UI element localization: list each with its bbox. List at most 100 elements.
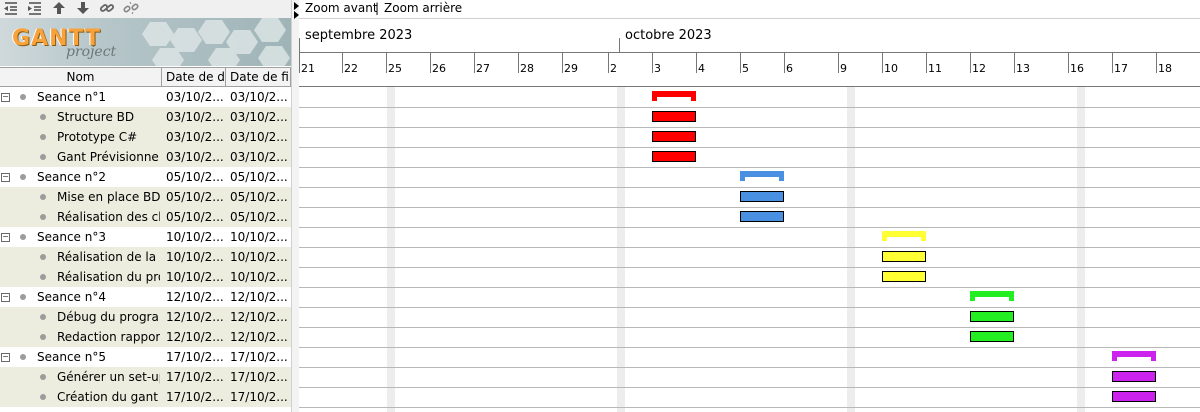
task-start-date[interactable]: 12/10/2... [166, 327, 224, 347]
task-start-date[interactable]: 05/10/2... [166, 167, 224, 187]
task-name-cell[interactable]: Réalisation de la c... [0, 247, 160, 267]
move-up-icon[interactable] [50, 0, 68, 18]
task-end-date[interactable]: 03/10/2... [230, 107, 290, 127]
task-name-cell[interactable]: Redaction rapport... [0, 327, 160, 347]
task-start-date[interactable]: 05/10/2... [166, 187, 224, 207]
task-row[interactable]: Prototype C# 03/10/2... 03/10/2... [0, 127, 291, 147]
task-end-date[interactable]: 12/10/2... [230, 287, 290, 307]
task-bar[interactable] [882, 271, 926, 282]
task-bar[interactable] [652, 131, 696, 142]
task-row[interactable]: Structure BD 03/10/2... 03/10/2... [0, 107, 291, 127]
task-start-date[interactable]: 12/10/2... [166, 287, 224, 307]
task-bar[interactable] [970, 331, 1014, 342]
summary-task-bar[interactable] [882, 231, 926, 241]
task-start-date[interactable]: 10/10/2... [166, 247, 224, 267]
task-name-cell[interactable]: Générer un set-up [0, 367, 160, 387]
task-bar[interactable] [1112, 371, 1156, 382]
task-name-cell[interactable]: Gant Prévisionnel [0, 147, 160, 167]
task-end-date[interactable]: 12/10/2... [230, 307, 290, 327]
task-bar[interactable] [970, 311, 1014, 322]
task-row[interactable]: − Seance n°1 03/10/2... 03/10/2... [0, 87, 291, 107]
task-end-date[interactable]: 05/10/2... [230, 167, 290, 187]
task-end-date[interactable]: 10/10/2... [230, 247, 290, 267]
task-name-cell[interactable]: Réalisation des cla... [0, 207, 160, 227]
collapse-toggle-icon[interactable]: − [1, 173, 10, 182]
task-name-cell[interactable]: − Seance n°4 [0, 287, 160, 307]
summary-task-bar[interactable] [740, 171, 784, 181]
task-row[interactable]: Mise en place BD 05/10/2... 05/10/2... [0, 187, 291, 207]
task-bar[interactable] [652, 111, 696, 122]
task-end-date[interactable]: 17/10/2... [230, 347, 290, 367]
row-divider [299, 167, 1200, 168]
task-row[interactable]: Redaction rapport... 12/10/2... 12/10/2... [0, 327, 291, 347]
link-icon[interactable] [98, 0, 116, 18]
indent-icon[interactable] [26, 0, 44, 18]
task-end-date[interactable]: 03/10/2... [230, 127, 290, 147]
task-row[interactable]: Réalisation du pro... 10/10/2... 10/10/2..… [0, 267, 291, 287]
pane-splitter[interactable] [291, 0, 299, 412]
task-end-date[interactable]: 03/10/2... [230, 147, 290, 167]
task-start-date[interactable]: 12/10/2... [166, 307, 224, 327]
task-name-cell[interactable]: Débug du progra... [0, 307, 160, 327]
task-start-date[interactable]: 03/10/2... [166, 107, 224, 127]
task-row[interactable]: Création du gant ... 17/10/2... 17/10/2... [0, 387, 291, 407]
task-bar[interactable] [652, 151, 696, 162]
task-end-date[interactable]: 10/10/2... [230, 267, 290, 287]
column-header-name[interactable]: Nom [0, 68, 162, 87]
unlink-icon[interactable] [122, 0, 140, 18]
task-bar[interactable] [882, 251, 926, 262]
zoom-in-link[interactable]: Zoom avant [305, 0, 378, 16]
task-name-cell[interactable]: − Seance n°2 [0, 167, 160, 187]
outdent-icon[interactable] [2, 0, 20, 18]
task-bar[interactable] [1112, 391, 1156, 402]
task-name-cell[interactable]: Réalisation du pro... [0, 267, 160, 287]
task-end-date[interactable]: 03/10/2... [230, 87, 290, 107]
move-down-icon[interactable] [74, 0, 92, 18]
task-end-date[interactable]: 12/10/2... [230, 327, 290, 347]
task-bar[interactable] [740, 211, 784, 222]
task-bar[interactable] [740, 191, 784, 202]
task-bullet-icon [40, 154, 46, 160]
task-start-date[interactable]: 03/10/2... [166, 147, 224, 167]
collapse-toggle-icon[interactable]: − [1, 233, 10, 242]
collapse-toggle-icon[interactable]: − [1, 93, 10, 102]
summary-task-bar[interactable] [970, 291, 1014, 301]
task-start-date[interactable]: 05/10/2... [166, 207, 224, 227]
collapse-toggle-icon[interactable]: − [1, 353, 10, 362]
task-start-date[interactable]: 03/10/2... [166, 87, 224, 107]
task-name-cell[interactable]: − Seance n°3 [0, 227, 160, 247]
column-header-start-date[interactable]: Date de d... [162, 68, 226, 87]
summary-task-bar[interactable] [1112, 351, 1156, 361]
task-start-date[interactable]: 17/10/2... [166, 367, 224, 387]
collapse-toggle-icon[interactable]: − [1, 293, 10, 302]
task-row[interactable]: Réalisation de la c... 10/10/2... 10/10/2.… [0, 247, 291, 267]
task-name: Seance n°2 [37, 170, 106, 184]
task-end-date[interactable]: 10/10/2... [230, 227, 290, 247]
task-row[interactable]: Débug du progra... 12/10/2... 12/10/2... [0, 307, 291, 327]
task-row[interactable]: − Seance n°2 05/10/2... 05/10/2... [0, 167, 291, 187]
task-end-date[interactable]: 05/10/2... [230, 187, 290, 207]
summary-task-bar[interactable] [652, 91, 696, 101]
task-row[interactable]: Gant Prévisionnel 03/10/2... 03/10/2... [0, 147, 291, 167]
task-name-cell[interactable]: − Seance n°5 [0, 347, 160, 367]
task-row[interactable]: Générer un set-up 17/10/2... 17/10/2... [0, 367, 291, 387]
task-start-date[interactable]: 17/10/2... [166, 387, 224, 407]
task-start-date[interactable]: 10/10/2... [166, 227, 224, 247]
task-name-cell[interactable]: Création du gant ... [0, 387, 160, 407]
task-end-date[interactable]: 05/10/2... [230, 207, 290, 227]
task-row[interactable]: − Seance n°3 10/10/2... 10/10/2... [0, 227, 291, 247]
task-end-date[interactable]: 17/10/2... [230, 387, 290, 407]
task-name-cell[interactable]: Structure BD [0, 107, 160, 127]
task-row[interactable]: Réalisation des cla... 05/10/2... 05/10/2.… [0, 207, 291, 227]
task-start-date[interactable]: 03/10/2... [166, 127, 224, 147]
task-start-date[interactable]: 10/10/2... [166, 267, 224, 287]
task-row[interactable]: − Seance n°4 12/10/2... 12/10/2... [0, 287, 291, 307]
zoom-out-link[interactable]: Zoom arrière [384, 0, 462, 16]
task-name-cell[interactable]: Mise en place BD [0, 187, 160, 207]
task-name-cell[interactable]: Prototype C# [0, 127, 160, 147]
task-row[interactable]: − Seance n°5 17/10/2... 17/10/2... [0, 347, 291, 367]
task-end-date[interactable]: 17/10/2... [230, 367, 290, 387]
column-header-end-date[interactable]: Date de fin [226, 68, 291, 87]
task-start-date[interactable]: 17/10/2... [166, 347, 224, 367]
task-name-cell[interactable]: − Seance n°1 [0, 87, 160, 107]
